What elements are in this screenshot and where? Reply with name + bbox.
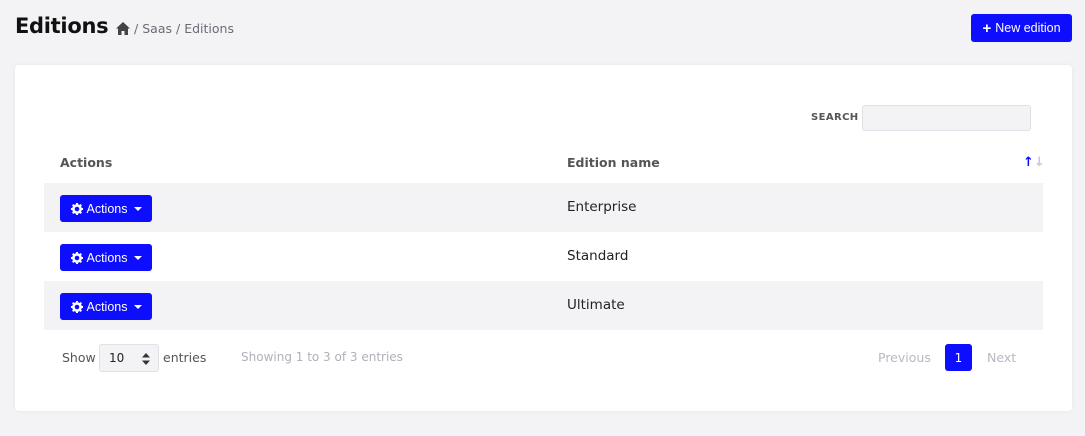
show-label: Show (62, 350, 96, 365)
search-label: SEARCH (811, 112, 859, 123)
table-header: Actions Edition name ↑↓ (44, 143, 1045, 183)
row-actions-label: Actions (86, 299, 128, 314)
row-actions-button[interactable]: Actions (60, 293, 152, 320)
breadcrumb-item-editions: Editions (184, 21, 234, 36)
edition-name-cell: Standard (567, 248, 629, 264)
table-info: Showing 1 to 3 of 3 entries (241, 350, 403, 364)
edition-name-cell: Ultimate (567, 297, 625, 313)
column-header-edition-name[interactable]: Edition name (567, 155, 660, 170)
page-length-value: 10 (109, 351, 125, 365)
new-edition-button[interactable]: + New edition (971, 14, 1072, 42)
gear-icon (70, 251, 83, 264)
row-actions-label: Actions (86, 250, 128, 265)
home-icon[interactable] (116, 22, 130, 35)
row-actions-button[interactable]: Actions (60, 244, 152, 271)
entries-label: entries (163, 350, 207, 365)
caret-down-icon (133, 206, 142, 211)
next-page-link[interactable]: Next (987, 350, 1016, 365)
stepper-icon (142, 353, 150, 365)
column-header-actions: Actions (60, 155, 113, 170)
row-actions-label: Actions (86, 201, 128, 216)
editions-card: SEARCH Actions Edition name ↑↓ Actions E… (15, 65, 1072, 411)
row-actions-button[interactable]: Actions (60, 195, 152, 222)
page-title: Editions (15, 14, 109, 38)
caret-down-icon (133, 255, 142, 260)
caret-down-icon (133, 304, 142, 309)
sort-icon[interactable]: ↑↓ (1023, 155, 1045, 170)
breadcrumb-item-saas[interactable]: Saas (142, 21, 172, 36)
new-edition-label: New edition (995, 21, 1061, 35)
page-button-1[interactable]: 1 (945, 344, 972, 371)
page-header: Editions / Saas / Editions + New edition (0, 0, 1085, 58)
table-footer: Show 10 entries Showing 1 to 3 of 3 entr… (44, 343, 1043, 373)
page-length-select[interactable]: 10 (99, 344, 159, 372)
table-row: Actions Standard (44, 232, 1043, 281)
plus-icon: + (982, 19, 992, 37)
breadcrumb-separator: / (176, 21, 181, 36)
table-row: Actions Enterprise (44, 183, 1043, 232)
gear-icon (70, 300, 83, 313)
edition-name-cell: Enterprise (567, 199, 637, 215)
previous-page-link[interactable]: Previous (878, 350, 931, 365)
editions-table: Actions Edition name ↑↓ Actions Enterpri… (44, 143, 1045, 330)
breadcrumb: / Saas / Editions (116, 21, 234, 36)
table-row: Actions Ultimate (44, 281, 1043, 330)
breadcrumb-separator: / (134, 21, 139, 36)
gear-icon (70, 202, 83, 215)
search-input[interactable] (862, 105, 1031, 131)
